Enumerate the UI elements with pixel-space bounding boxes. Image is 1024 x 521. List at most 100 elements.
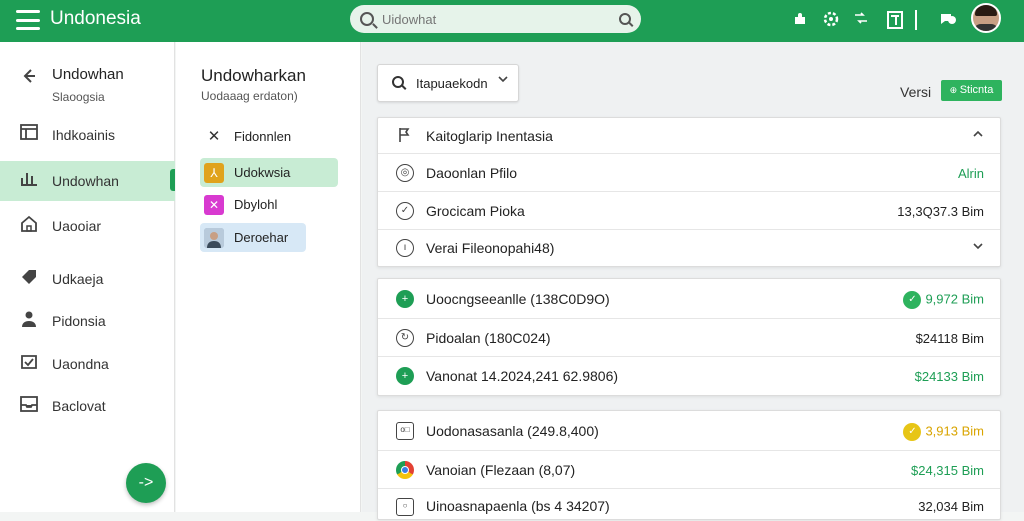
main-content: Itapuaekodn Versi ⊕ Sticnta Kaitoglarip … (362, 42, 1024, 520)
refresh-icon: ↻ (396, 329, 414, 347)
check-circle-icon: ✓ (396, 202, 414, 220)
row-value: $24118 Bim (915, 331, 984, 346)
panel-item-fidonnlen[interactable]: ✕ Fidonnlen (200, 122, 338, 151)
row-value: ✓ 9,972 Bim (903, 291, 984, 309)
row-label: Daoonlan Pfilo (426, 165, 518, 181)
sidebar-item-uaondna[interactable]: Uaondna (0, 345, 175, 383)
status-button-label: Sticnta (959, 84, 994, 96)
panel-item-dbylohl[interactable]: ✕ Dbylohl (200, 190, 338, 219)
shuffle-icon[interactable] (851, 11, 871, 31)
puzzle-icon[interactable] (790, 11, 810, 31)
panel-item-deroehar[interactable]: Deroehar (200, 223, 306, 252)
gear-icon[interactable] (821, 11, 841, 31)
user-photo-icon (204, 227, 224, 248)
toolbar-divider (915, 10, 917, 30)
sidebar-item-label: Uaooiar (52, 218, 102, 234)
chevron-down-icon[interactable] (972, 240, 984, 254)
list-item[interactable]: Vanoian (Flezaan (8,07) $24,315 Bim (378, 451, 1000, 489)
panel-item-label: Fidonnlen (234, 129, 292, 144)
sidebar-item-uaooiar[interactable]: Uaooiar (0, 207, 175, 245)
list-item[interactable]: + Uoocngseeanlle (138C0D9O) ✓ 9,972 Bim (378, 279, 1000, 319)
list-item[interactable]: + Vanonat 14.2024,241 62.9806) $24133 Bi… (378, 357, 1000, 395)
row-label: Uoocngseeanlle (138C0D9O) (426, 291, 610, 307)
row-value-text: 9,972 Bim (925, 291, 984, 307)
row-value: ✓ 3,913 Bim (903, 423, 984, 441)
search-submit-icon[interactable] (619, 13, 631, 25)
sidebar-item-label: Uaondna (52, 356, 109, 372)
row-value: 13,3Q37.3 Bim (897, 204, 984, 219)
row-value-text: 3,913 Bim (925, 423, 984, 439)
chat-icon[interactable] (938, 11, 958, 31)
row-label: Vanonat 14.2024,241 62.9806) (426, 368, 619, 384)
panel-title: Undowharkan (201, 66, 306, 85)
box-icon: ○ (396, 498, 414, 516)
inbox-icon (18, 395, 40, 417)
sidebar: Undowhan Slaoogsia Ihdkoainis Undowhan U… (0, 42, 175, 512)
tag-icon (18, 268, 40, 290)
row-label: Verai Fileonopahi48) (426, 240, 555, 256)
document-icon[interactable] (885, 11, 905, 31)
app-icon: ✕ (204, 194, 224, 215)
chevron-up-icon[interactable] (972, 128, 984, 142)
search-icon (392, 76, 404, 88)
sidebar-item-ihdkoainis[interactable]: Ihdkoainis (0, 116, 175, 154)
sidebar-back-label: Undowhan (52, 66, 124, 83)
panel-item-label: Udokwsia (234, 165, 291, 180)
x-icon: ✕ (207, 127, 221, 145)
chevron-down-icon (498, 74, 508, 87)
top-bar: Undonesia (0, 0, 1024, 42)
back-arrow-icon (18, 66, 40, 88)
row-label: Kaitoglarip Inentasia (426, 128, 553, 144)
app-title: Undonesia (50, 8, 141, 29)
list-item[interactable]: Kaitoglarip Inentasia (378, 118, 1000, 154)
list-item[interactable]: o□ Uodonasasanla (249.8,400) ✓ 3,913 Bim (378, 411, 1000, 451)
home-icon (18, 215, 40, 237)
filter-dropdown[interactable]: Itapuaekodn (377, 64, 519, 102)
sidebar-back-sub: Slaoogsia (52, 90, 105, 104)
sidebar-item-undowhan[interactable]: Undowhan (0, 161, 175, 201)
list-item[interactable]: ✓ Grocicam Pioka 13,3Q37.3 Bim (378, 192, 1000, 230)
search-input[interactable] (382, 11, 619, 27)
list-item[interactable]: ◎ Daoonlan Pfilo Alrin (378, 154, 1000, 192)
person-icon (18, 310, 40, 332)
secondary-panel: Undowharkan Uodaaag erdaton) ✕ Fidonnlen… (176, 42, 361, 512)
row-value: $24,315 Bim (911, 463, 984, 478)
status-button[interactable]: ⊕ Sticnta (941, 80, 1002, 101)
versi-label: Versi (900, 84, 932, 100)
app-icon: ⅄ (204, 162, 224, 183)
chrome-icon (396, 461, 414, 479)
list-item[interactable]: ı Verai Fileonopahi48) (378, 230, 1000, 266)
green-status-icon: + (396, 367, 414, 385)
coin-badge-icon: ✓ (903, 423, 922, 441)
search-icon (360, 12, 374, 26)
panel-item-label: Dbylohl (234, 197, 278, 212)
sidebar-item-label: Pidonsia (52, 313, 106, 329)
search-bar[interactable] (350, 5, 641, 33)
table-icon (18, 124, 40, 146)
info-card: Kaitoglarip Inentasia ◎ Daoonlan Pfilo A… (377, 117, 1001, 267)
panel-item-udokwsia[interactable]: ⅄ Udokwsia (200, 158, 338, 187)
avatar[interactable] (971, 3, 1001, 33)
list-item[interactable]: ○ Uinoasnapaenla (bs 4 34207) 32,034 Bim (378, 489, 1000, 521)
check-badge-icon: ✓ (903, 291, 922, 309)
row-value: Alrin (957, 166, 984, 181)
panel-subtitle: Uodaaag erdaton) (201, 89, 298, 103)
sidebar-item-label: Baclovat (52, 398, 106, 414)
flag-icon (396, 127, 414, 145)
row-label: Uodonasasanla (249.8,400) (426, 423, 599, 439)
balance-card: + Uoocngseeanlle (138C0D9O) ✓ 9,972 Bim ↻… (377, 278, 1001, 396)
list-item[interactable]: ↻ Pidoalan (180C024) $24118 Bim (378, 319, 1000, 357)
sidebar-item-udkaeja[interactable]: Udkaeja (0, 260, 175, 298)
fab-next-button[interactable]: -> (126, 463, 166, 503)
panel-item-label: Deroehar (234, 230, 289, 245)
asset-card: o□ Uodonasasanla (249.8,400) ✓ 3,913 Bim … (377, 410, 1001, 520)
row-label: Vanoian (Flezaan (8,07) (426, 462, 576, 478)
row-label: Pidoalan (180C024) (426, 330, 551, 346)
sidebar-item-pidonsia[interactable]: Pidonsia (0, 302, 175, 340)
sidebar-back[interactable]: Undowhan Slaoogsia (0, 60, 175, 110)
sidebar-item-baclovat[interactable]: Baclovat (0, 387, 175, 425)
sidebar-item-label: Ihdkoainis (52, 127, 116, 143)
row-label: Grocicam Pioka (426, 203, 525, 219)
menu-icon[interactable] (16, 10, 40, 30)
dropdown-label: Itapuaekodn (416, 75, 488, 91)
